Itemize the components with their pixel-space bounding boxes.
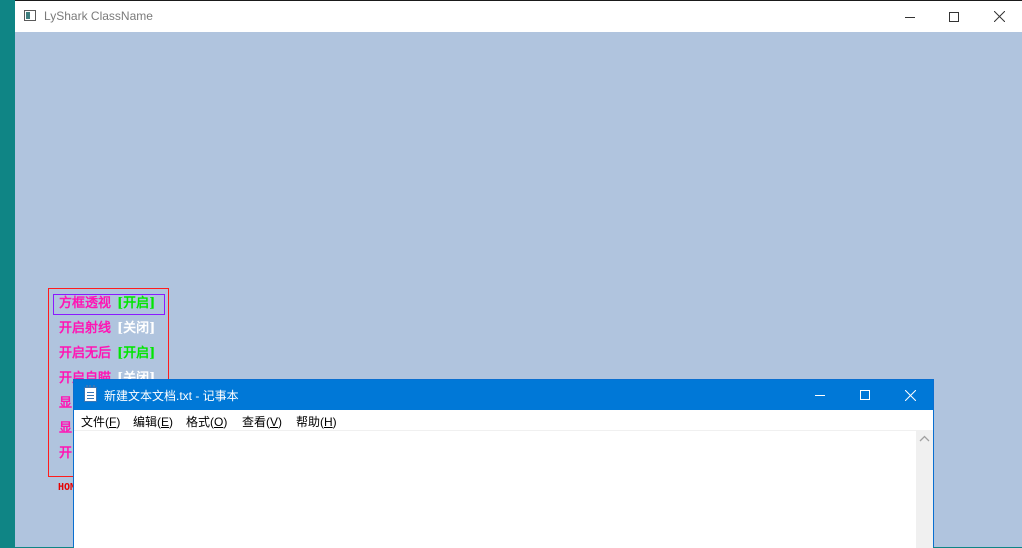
menu-item-label: 方框透视 [59,296,112,311]
close-icon [904,389,916,401]
notepad-minimize-button[interactable] [797,380,843,410]
maximize-icon [949,11,959,22]
maximize-button[interactable] [931,1,977,32]
main-window-title: LyShark ClassName [44,9,153,23]
menu-format[interactable]: 格式(O) [186,413,227,430]
notepad-close-button[interactable] [887,380,933,410]
menu-file-label: 文件( [81,415,109,429]
scroll-up-arrow-icon[interactable] [919,435,930,443]
overlay-menu-item[interactable]: 方框透视 [开启] [59,294,155,314]
menu-edit-close: ) [169,415,174,429]
minimize-icon [815,395,825,396]
menu-file[interactable]: 文件(F) [81,413,120,430]
overlay-menu-item[interactable]: 显 [59,419,72,439]
menu-help-accel: H [324,415,333,429]
menu-format-close: ) [223,415,228,429]
overlay-menu-item[interactable]: 开启射线 [关闭] [59,319,155,339]
menu-item-status: [关闭] [117,321,156,336]
menu-item-status: [开启] [117,296,156,311]
notepad-titlebar[interactable]: 新建文本文档.txt - 记事本 [74,380,933,410]
menu-format-label: 格式( [186,415,214,429]
overlay-menu-item[interactable]: 显 [59,394,72,414]
notepad-icon [84,385,97,402]
menu-help[interactable]: 帮助(H) [296,413,337,430]
menu-item-label: 显 [59,421,73,436]
minimize-icon [905,16,915,18]
notepad-window: 新建文本文档.txt - 记事本 文件(F) 编辑(E) 格式(O) 查看(V)… [73,379,934,548]
menu-file-close: ) [116,415,121,429]
menu-item-status: [开启] [117,346,156,361]
notepad-menubar: 文件(F) 编辑(E) 格式(O) 查看(V) 帮助(H) [74,410,933,430]
menu-help-close: ) [332,415,337,429]
menu-edit-accel: E [161,415,170,429]
menu-view-close: ) [278,415,283,429]
notepad-title: 新建文本文档.txt - 记事本 [104,389,239,403]
menu-item-label: 开启无后 [59,346,112,361]
overlay-menu-item[interactable]: 开启无后 [开启] [59,344,155,364]
overlay-menu-item[interactable]: 开 [59,444,72,464]
maximize-icon [860,390,870,400]
main-titlebar[interactable]: LyShark ClassName [15,0,1022,32]
minimize-button[interactable] [887,1,933,32]
menu-view-label: 查看( [242,415,270,429]
menu-item-label: 显 [59,396,73,411]
menu-format-accel: O [214,415,224,429]
notepad-text-area[interactable] [74,430,916,548]
menu-edit[interactable]: 编辑(E) [133,413,173,430]
menu-item-label: 开启射线 [59,321,112,336]
menu-view-accel: V [270,415,279,429]
notepad-vertical-scrollbar[interactable] [916,430,933,548]
close-icon [993,11,1005,22]
menu-item-label: 开 [59,446,73,461]
window-app-icon [24,10,36,21]
menu-edit-label: 编辑( [133,415,161,429]
notepad-maximize-button[interactable] [842,380,888,410]
menu-help-label: 帮助( [296,415,324,429]
menu-view[interactable]: 查看(V) [242,413,282,430]
close-button[interactable] [976,1,1022,32]
